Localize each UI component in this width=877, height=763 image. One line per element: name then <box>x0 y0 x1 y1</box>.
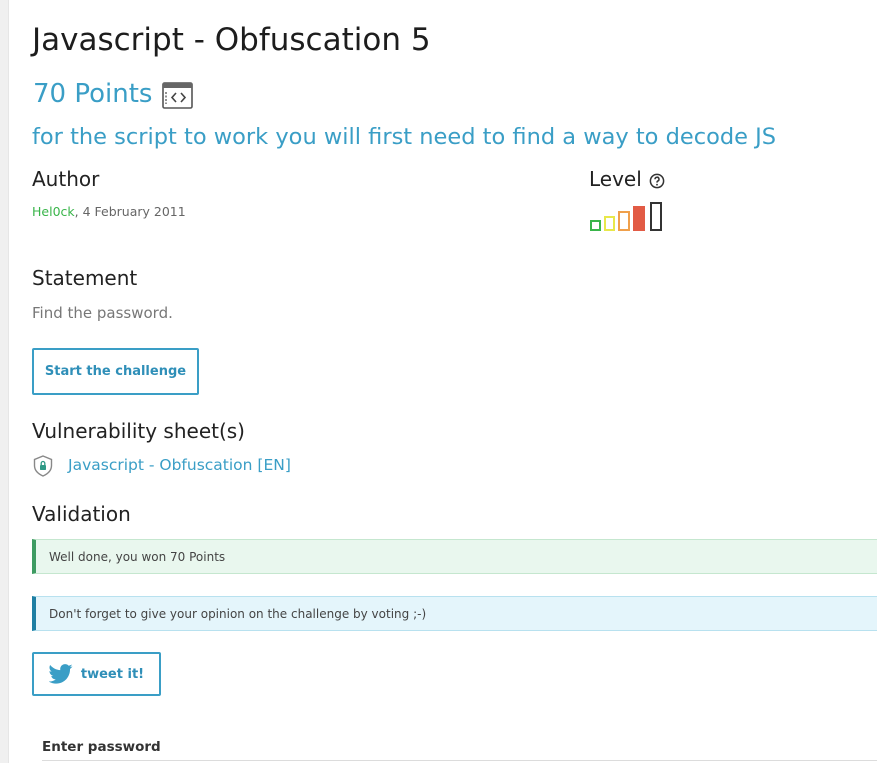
author-heading: Author <box>32 167 100 191</box>
statement-heading: Statement <box>32 266 138 290</box>
level-bar-2 <box>604 216 615 231</box>
vulnerability-sheet-link[interactable]: Javascript - Obfuscation [EN] <box>68 455 291 475</box>
code-window-icon <box>162 82 193 109</box>
tweet-button[interactable]: tweet it! <box>32 652 161 696</box>
points-value: 70 Points <box>33 79 153 109</box>
password-label: Enter password <box>42 739 161 755</box>
vulnerability-heading: Vulnerability sheet(s) <box>32 419 245 443</box>
info-message: Don't forget to give your opinion on the… <box>49 606 427 621</box>
shield-lock-icon <box>33 455 53 477</box>
twitter-icon <box>48 664 73 684</box>
statement-text: Find the password. <box>32 304 173 322</box>
success-alert: Well done, you won 70 Points <box>32 539 877 574</box>
info-alert: Don't forget to give your opinion on the… <box>32 596 877 631</box>
validation-heading: Validation <box>32 502 131 526</box>
author-name-link[interactable]: Hel0ck <box>32 204 75 219</box>
level-indicator <box>590 202 662 231</box>
level-heading: Level <box>589 167 642 191</box>
page-title: Javascript - Obfuscation 5 <box>32 22 431 58</box>
start-challenge-label: Start the challenge <box>44 364 187 379</box>
question-circle-icon[interactable] <box>649 173 665 189</box>
level-bar-4 <box>633 206 645 231</box>
challenge-subtitle: for the script to work you will first ne… <box>32 124 777 150</box>
author-date: , 4 February 2011 <box>74 204 186 219</box>
author-info: Hel0ck, 4 February 2011 <box>32 204 186 220</box>
tweet-label: tweet it! <box>80 666 145 682</box>
level-bar-1 <box>590 220 601 231</box>
challenge-panel: Javascript - Obfuscation 5 70 Points for… <box>8 0 877 763</box>
success-message: Well done, you won 70 Points <box>49 549 226 564</box>
level-bar-3 <box>618 211 630 231</box>
start-challenge-button[interactable]: Start the challenge <box>32 348 199 395</box>
level-bar-5 <box>650 202 662 231</box>
